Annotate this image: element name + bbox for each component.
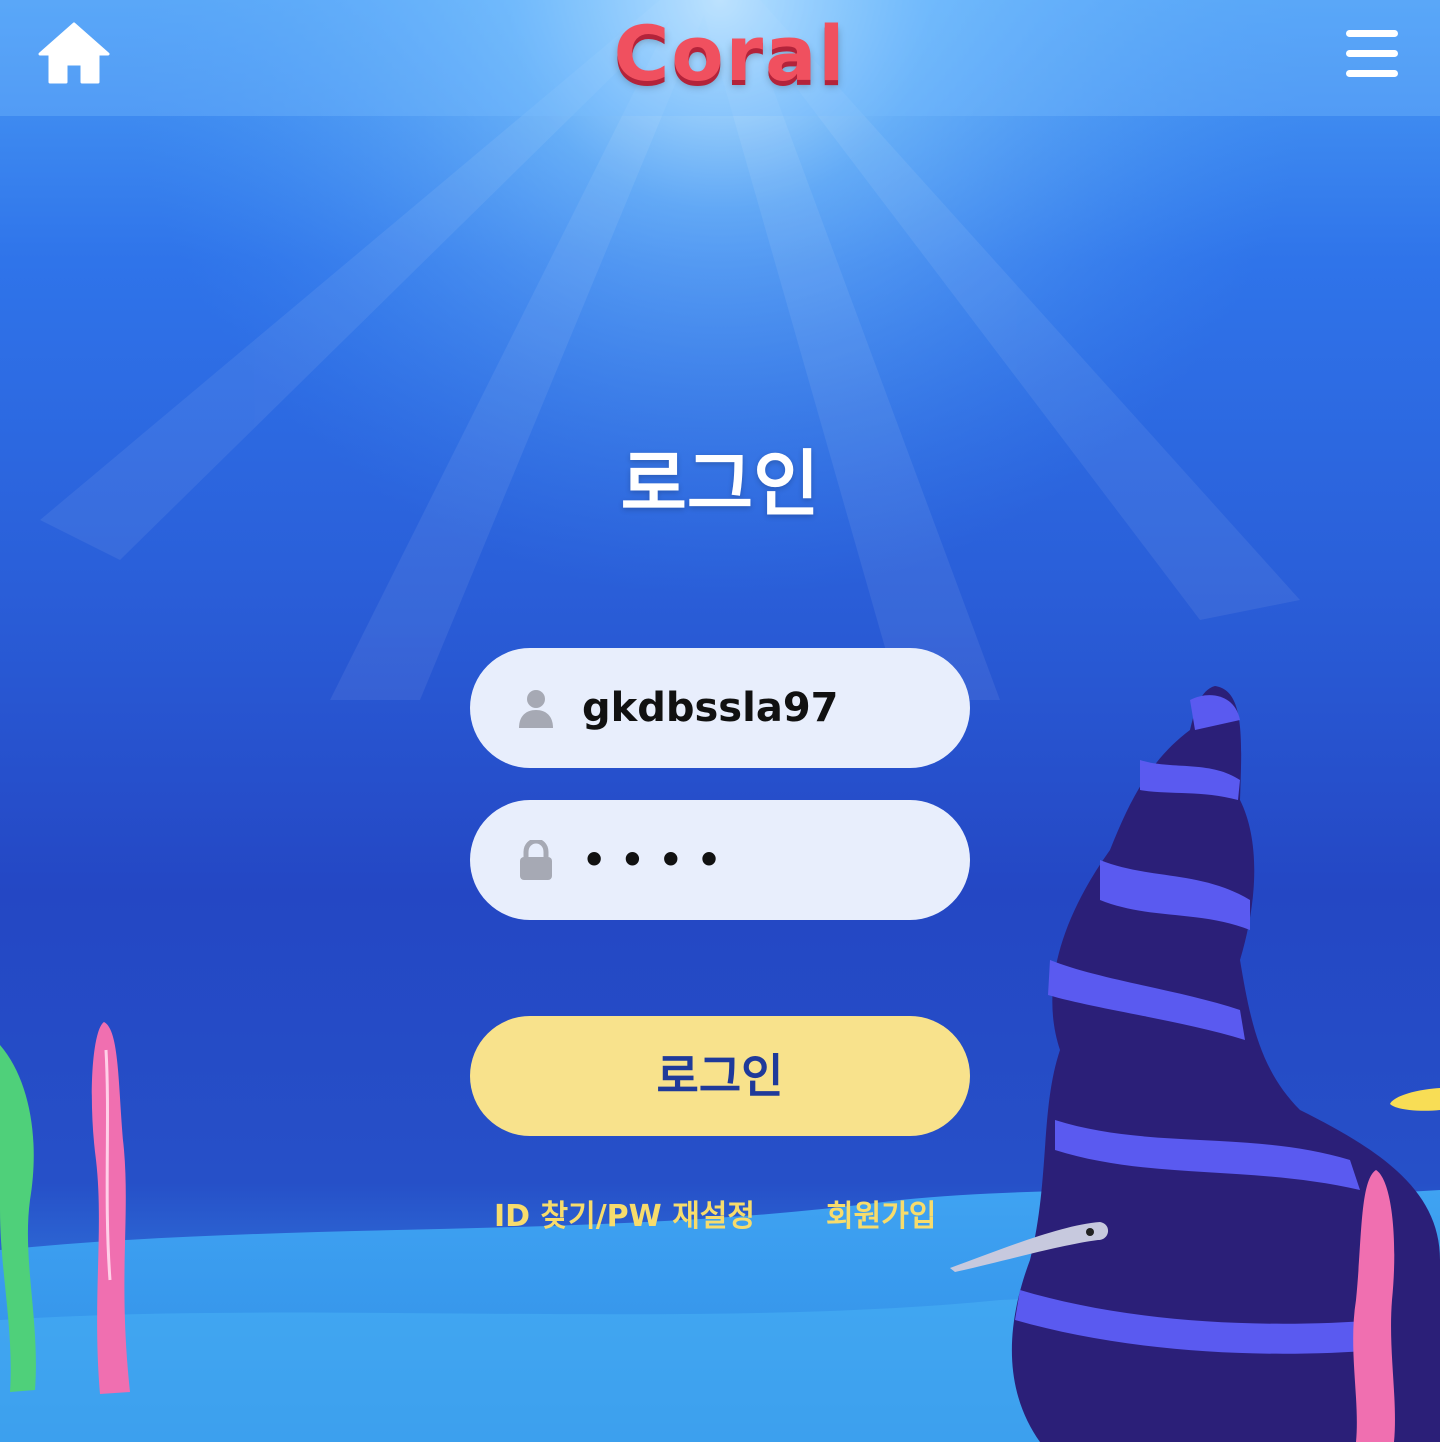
find-id-reset-password-link[interactable]: ID 찾기/PW 재설정 xyxy=(494,1196,755,1238)
hamburger-menu-button[interactable] xyxy=(1346,30,1402,82)
login-submit-button[interactable]: 로그인 xyxy=(470,1016,970,1136)
signup-link[interactable]: 회원가입 xyxy=(826,1196,936,1238)
home-icon xyxy=(38,22,110,84)
home-button[interactable] xyxy=(38,20,110,86)
yellow-fish xyxy=(1390,1088,1440,1111)
top-navigation-bar: Coral xyxy=(0,0,1440,116)
hamburger-menu-icon xyxy=(1346,30,1398,37)
username-input[interactable]: gkdbssla97 xyxy=(582,648,838,768)
coral-logo[interactable]: Coral xyxy=(560,4,900,104)
user-icon xyxy=(519,690,553,728)
password-field[interactable]: •••• xyxy=(470,800,970,920)
password-input[interactable]: •••• xyxy=(582,800,735,920)
lock-icon xyxy=(520,840,552,880)
username-field[interactable]: gkdbssla97 xyxy=(470,648,970,768)
login-title: 로그인 xyxy=(620,442,820,526)
pink-seaweed-left xyxy=(91,1022,130,1394)
